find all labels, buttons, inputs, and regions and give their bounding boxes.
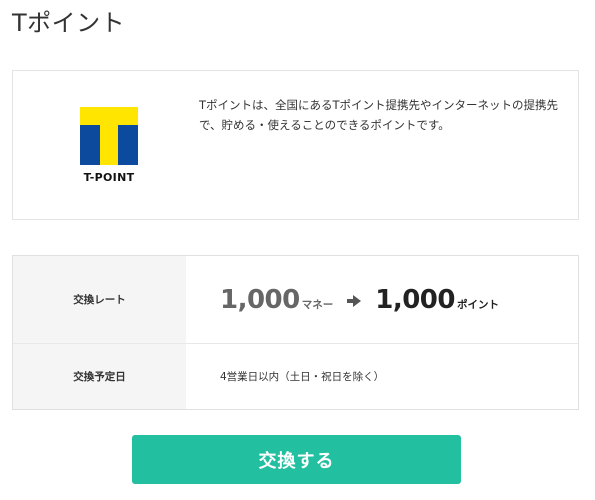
page-title: Tポイント xyxy=(12,9,126,37)
tpoint-logo-text: T-POINT xyxy=(83,171,135,184)
point-amount: 1,000 xyxy=(375,284,455,315)
exchange-rate-value: 1,000 マネー 1,000 ポイント xyxy=(186,256,578,343)
exchange-button[interactable]: 交換する xyxy=(132,435,461,484)
money-unit: マネー xyxy=(301,299,334,311)
tpoint-logo: T-POINT xyxy=(79,107,139,187)
page: Tポイント T-POINT Tポイントは、全国にあるTポイント提携先やインターネ… xyxy=(0,0,595,500)
exchange-schedule-row: 交換予定日 4営業日以内（土日・祝日を除く） xyxy=(13,344,578,409)
tpoint-logo-mark xyxy=(80,107,138,165)
arrow-right-icon xyxy=(347,294,362,307)
point-unit: ポイント xyxy=(457,299,499,311)
info-description: Tポイントは、全国にあるTポイント提携先やインターネットの提携先で、貯める・使え… xyxy=(199,98,559,132)
exchange-schedule-label: 交換予定日 xyxy=(13,344,186,409)
info-card: T-POINT Tポイントは、全国にあるTポイント提携先やインターネットの提携先… xyxy=(12,70,579,220)
exchange-rate-row: 交換レート 1,000 マネー 1,000 ポイント xyxy=(13,256,578,344)
exchange-rate-label: 交換レート xyxy=(13,256,186,343)
exchange-schedule-value: 4営業日以内（土日・祝日を除く） xyxy=(220,371,385,383)
money-amount: 1,000 xyxy=(220,284,300,315)
exchange-table: 交換レート 1,000 マネー 1,000 ポイント 交換予定日 4営業日以内（… xyxy=(12,255,579,410)
